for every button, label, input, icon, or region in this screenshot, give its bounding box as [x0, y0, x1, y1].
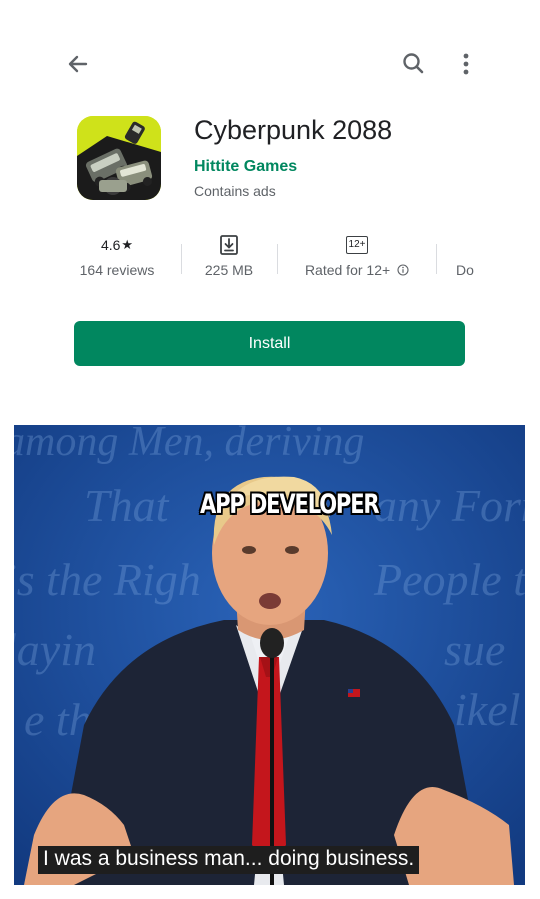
svg-text:layin: layin — [14, 624, 96, 675]
age-rating-label: Rated for 12+ — [304, 262, 391, 278]
svg-text:among Men, deriving: among Men, deriving — [14, 425, 364, 465]
svg-text:is the Righ: is the Righ — [14, 554, 201, 605]
more-options-button[interactable] — [452, 48, 480, 80]
rating-number: 4.6 — [100, 237, 121, 253]
meme-caption: I was a business man... doing business. — [38, 846, 420, 874]
app-size: 225 MB — [204, 262, 254, 278]
meme-top-label: APP DEVELOPER — [200, 489, 380, 520]
search-button[interactable] — [398, 48, 430, 80]
svg-text:any Forn: any Forn — [374, 480, 525, 531]
svg-text:e th: e th — [24, 694, 92, 745]
reviews-count: 164 reviews — [79, 262, 155, 278]
meme-image: among Men, deriving That any Forn is the… — [14, 425, 525, 885]
game-app-icon — [77, 116, 161, 200]
install-button[interactable]: Install — [74, 321, 465, 366]
svg-text:sue: sue — [444, 624, 505, 675]
age-rating-text: Rated for 12+ — [292, 262, 422, 278]
svg-text:People to: People to — [373, 554, 525, 605]
app-title: Cyberpunk 2088 — [194, 115, 393, 145]
search-icon — [403, 53, 424, 74]
top-app-bar — [0, 40, 540, 88]
svg-text:ikel: ikel — [454, 684, 520, 735]
stat-divider — [277, 244, 278, 274]
stat-divider — [436, 244, 437, 274]
svg-text:That: That — [84, 480, 170, 531]
size-stat: 225 MB — [196, 232, 262, 278]
developer-link[interactable]: Hittite Games — [194, 158, 297, 176]
content-rating-stat[interactable]: 12+ Rated for 12+ — [292, 232, 422, 278]
more-vert-icon — [463, 53, 469, 75]
info-icon — [397, 264, 409, 276]
back-button[interactable] — [62, 48, 94, 80]
star-icon: ★ — [121, 237, 134, 252]
partial-stat: Do — [450, 232, 480, 278]
stat-divider — [181, 244, 182, 274]
partial-stat-label: Do — [456, 262, 474, 278]
age-rating-badge: 12+ — [345, 236, 369, 254]
rating-stat[interactable]: 4.6 ★ 164 reviews — [72, 232, 162, 278]
download-icon — [220, 235, 238, 255]
ads-notice: Contains ads — [194, 183, 276, 199]
arrow-left-icon — [68, 55, 88, 73]
rating-value: 4.6 ★ — [72, 232, 162, 258]
